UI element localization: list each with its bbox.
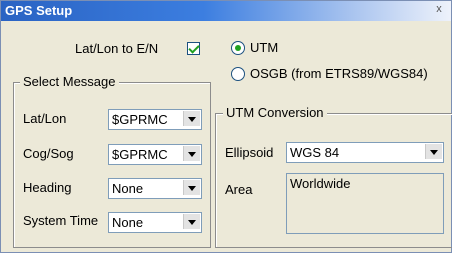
ellipsoid-select[interactable]: WGS 84 [286,142,444,163]
area-display: Worldwide [286,173,444,234]
latlon-to-en-checkbox[interactable] [187,42,200,55]
utm-radio[interactable] [231,41,245,55]
system-time-message-select[interactable]: None [108,212,202,233]
utm-radio-label: UTM [250,40,279,55]
latlon-message-value: $GPRMC [112,112,168,127]
ellipsoid-label: Ellipsoid [225,145,274,160]
close-icon[interactable]: x [433,3,445,16]
heading-message-label: Heading [23,180,72,195]
select-message-title: Select Message [20,74,119,89]
chevron-down-icon[interactable] [183,180,200,195]
heading-message-select[interactable]: None [108,178,202,199]
utm-conversion-title: UTM Conversion [223,105,327,120]
latlon-message-label: Lat/Lon [23,111,67,126]
latlon-to-en-label: Lat/Lon to E/N [75,41,159,56]
window-title: GPS Setup [5,3,73,18]
heading-message-value: None [112,181,144,196]
chevron-down-icon[interactable] [183,111,200,126]
osgb-radio-label: OSGB (from ETRS89/WGS84) [250,66,428,81]
cogsog-message-label: Cog/Sog [23,146,74,161]
chevron-down-icon[interactable] [183,214,200,229]
osgb-radio[interactable] [231,67,245,81]
gps-setup-dialog: GPS Setup x Lat/Lon to E/N UTM OSGB (fro… [0,0,452,253]
system-time-message-value: None [112,215,144,230]
latlon-message-select[interactable]: $GPRMC [108,109,202,130]
chevron-down-icon[interactable] [183,146,200,161]
system-time-message-label: System Time [23,213,99,228]
ellipsoid-value: WGS 84 [290,145,340,160]
area-label: Area [225,182,253,197]
cogsog-message-select[interactable]: $GPRMC [108,144,202,165]
cogsog-message-value: $GPRMC [112,147,168,162]
title-bar: GPS Setup x [1,1,451,21]
chevron-down-icon[interactable] [425,144,442,159]
area-value: Worldwide [290,176,351,191]
